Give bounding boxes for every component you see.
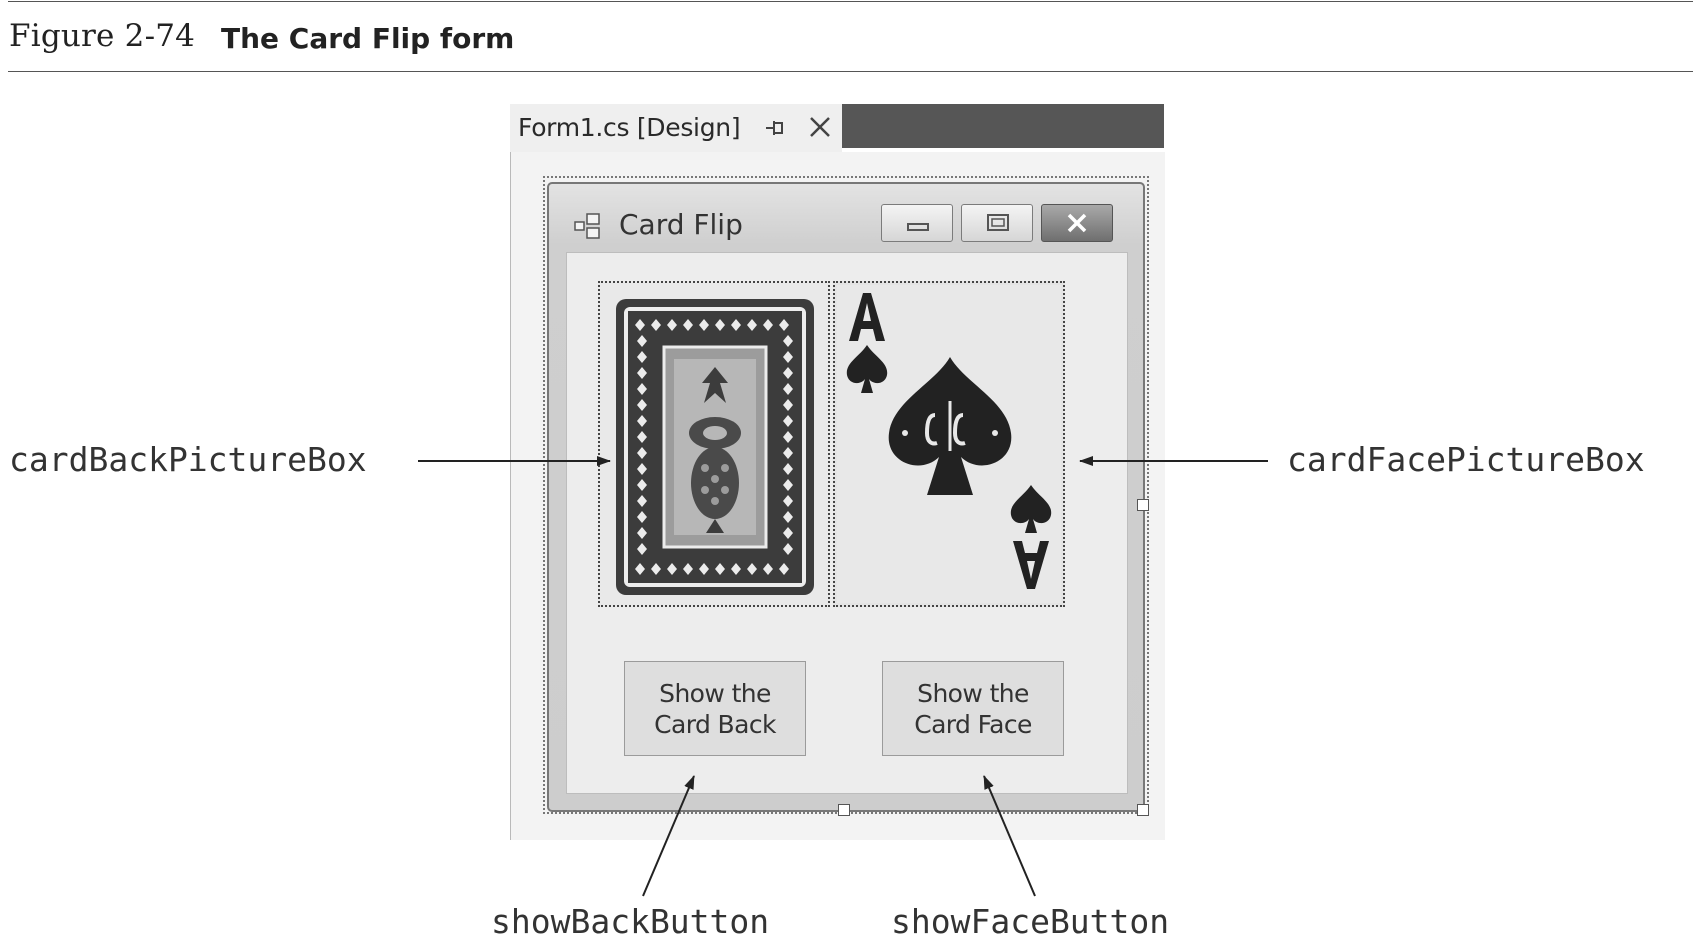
callout-card-back-picture-box: cardBackPictureBox (9, 440, 367, 479)
callout-show-back-button: showBackButton (491, 902, 770, 941)
callout-card-face-picture-box: cardFacePictureBox (1287, 440, 1645, 479)
callout-show-face-button: showFaceButton (891, 902, 1170, 941)
arrow-show-face (983, 775, 1036, 897)
arrow-show-back (642, 775, 695, 897)
